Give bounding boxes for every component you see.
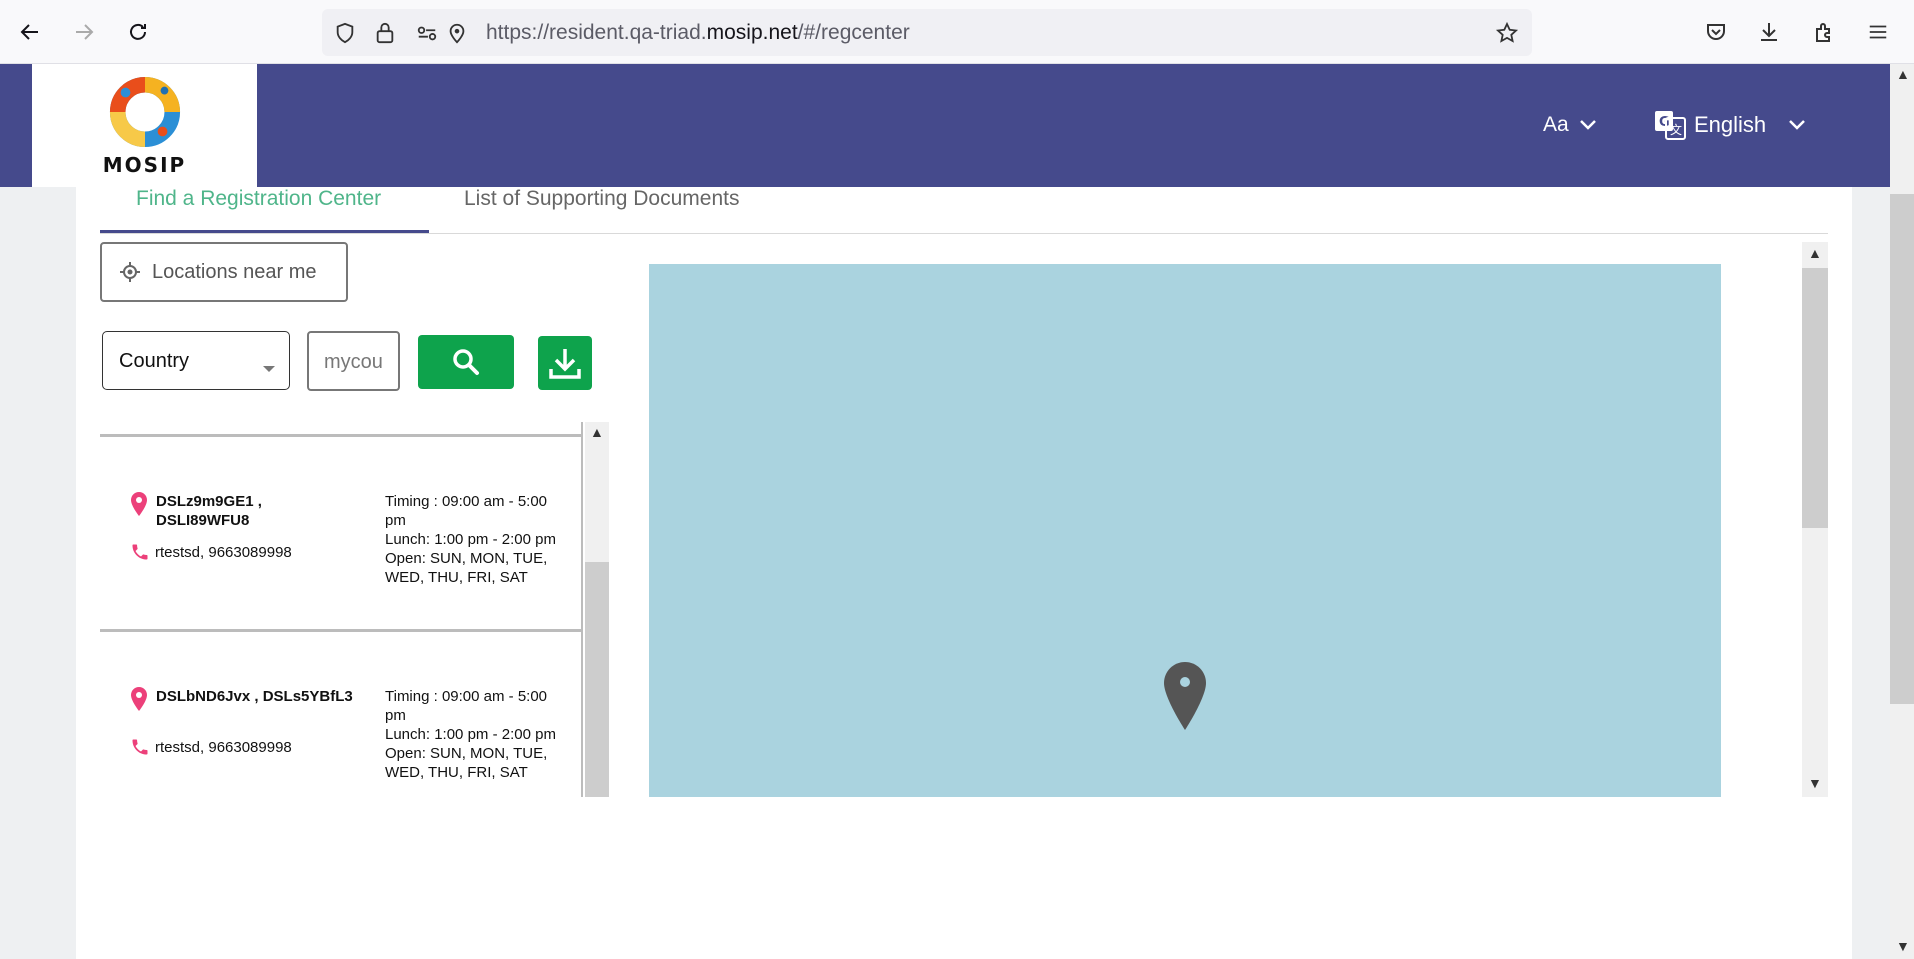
- location-permission-icon[interactable]: [444, 20, 470, 46]
- page-scrollbar-thumb[interactable]: [1890, 194, 1914, 704]
- font-size-label: Aa: [1543, 113, 1569, 136]
- menu-icon[interactable]: [1862, 16, 1894, 48]
- permissions-icon[interactable]: [414, 20, 440, 46]
- center-lunch: Lunch: 1:00 pm - 2:00 pm: [385, 531, 556, 548]
- tab-supporting-documents[interactable]: List of Supporting Documents: [464, 187, 739, 211]
- back-icon[interactable]: [12, 14, 48, 50]
- chevron-down-icon: [1579, 120, 1596, 130]
- language-menu[interactable]: G 文 English: [1654, 110, 1806, 140]
- bookmark-star-icon[interactable]: [1494, 20, 1520, 46]
- search-input[interactable]: mycou: [307, 331, 400, 391]
- center-name: DSLbND6Jvx , DSLs5YBfL3: [156, 688, 353, 705]
- content-scrollbar-thumb[interactable]: [1802, 268, 1828, 528]
- location-pin-icon: [131, 687, 147, 711]
- svg-text:文: 文: [1670, 122, 1682, 137]
- page-scrollbar[interactable]: ▲ ▼: [1890, 64, 1914, 959]
- scroll-up-icon[interactable]: ▲: [1896, 66, 1910, 82]
- content-scrollbar[interactable]: ▲ ▼: [1802, 242, 1828, 797]
- scroll-up-icon[interactable]: ▲: [590, 424, 604, 440]
- download-button[interactable]: [538, 336, 592, 390]
- my-location-icon: [120, 262, 140, 282]
- center-contact: rtestsd, 9663089998: [155, 544, 292, 561]
- chevron-down-icon: [1789, 120, 1806, 130]
- scroll-down-icon[interactable]: ▼: [1808, 775, 1822, 791]
- list-border: [581, 422, 583, 797]
- app-header: [0, 64, 1890, 187]
- pocket-icon[interactable]: [1700, 16, 1732, 48]
- list-scrollbar-thumb[interactable]: [585, 562, 609, 797]
- search-icon: [453, 349, 479, 375]
- locations-near-me-label: Locations near me: [152, 260, 317, 283]
- list-item[interactable]: DSLz9m9GE1 , DSLI89WFU8 rtestsd, 9663089…: [100, 434, 583, 629]
- list-item[interactable]: DSLbND6Jvx , DSLs5YBfL3 rtestsd, 9663089…: [100, 629, 583, 797]
- locations-near-me-button[interactable]: Locations near me: [100, 242, 348, 302]
- translate-icon: G 文: [1655, 111, 1686, 140]
- center-hours: Timing : 09:00 am - 5:00 pm Lunch: 1:00 …: [385, 687, 565, 782]
- scroll-up-icon[interactable]: ▲: [1808, 245, 1822, 261]
- download-icon: [549, 349, 581, 379]
- extensions-icon[interactable]: [1808, 16, 1840, 48]
- downloads-icon[interactable]: [1753, 16, 1785, 48]
- scroll-down-icon[interactable]: ▼: [1896, 938, 1910, 954]
- center-open-days: Open: SUN, MON, TUE, WED, THU, FRI, SAT: [385, 550, 548, 586]
- address-bar[interactable]: https://resident.qa-triad.mosip.net/#/re…: [322, 9, 1532, 56]
- center-timing: Timing : 09:00 am - 5:00 pm: [385, 688, 548, 724]
- location-type-select[interactable]: Country: [102, 331, 290, 390]
- tab-find-registration-center[interactable]: Find a Registration Center: [136, 187, 381, 211]
- tabs-divider: [100, 233, 1828, 234]
- lock-icon[interactable]: [372, 20, 398, 46]
- dropdown-caret-icon: [263, 366, 275, 372]
- list-scrollbar[interactable]: ▲: [585, 422, 609, 797]
- center-timing: Timing : 09:00 am - 5:00 pm: [385, 493, 548, 529]
- search-button[interactable]: [418, 335, 514, 389]
- location-pin-icon: [131, 492, 147, 516]
- center-open-days: Open: SUN, MON, TUE, WED, THU, FRI, SAT: [385, 745, 548, 781]
- phone-icon: [132, 739, 148, 755]
- center-name: DSLz9m9GE1 , DSLI89WFU8: [156, 493, 262, 529]
- reload-icon[interactable]: [120, 14, 156, 50]
- center-contact: rtestsd, 9663089998: [155, 739, 292, 756]
- center-lunch: Lunch: 1:00 pm - 2:00 pm: [385, 726, 556, 743]
- shield-icon[interactable]: [332, 20, 358, 46]
- center-hours: Timing : 09:00 am - 5:00 pm Lunch: 1:00 …: [385, 492, 565, 587]
- mosip-logo[interactable]: MOSIP: [32, 64, 257, 187]
- registration-center-list[interactable]: DSLz9m9GE1 , DSLI89WFU8 rtestsd, 9663089…: [100, 422, 610, 797]
- location-type-value: Country: [119, 350, 190, 372]
- language-label: English: [1694, 112, 1767, 137]
- font-size-menu[interactable]: Aa: [1543, 113, 1597, 137]
- logo-mark-icon: [109, 76, 180, 147]
- logo-text: MOSIP: [102, 152, 187, 177]
- map-marker-icon[interactable]: [1162, 660, 1208, 732]
- browser-toolbar: https://resident.qa-triad.mosip.net/#/re…: [0, 0, 1914, 64]
- phone-icon: [132, 544, 148, 560]
- forward-icon[interactable]: [66, 14, 102, 50]
- url-text[interactable]: https://resident.qa-triad.mosip.net/#/re…: [486, 21, 910, 45]
